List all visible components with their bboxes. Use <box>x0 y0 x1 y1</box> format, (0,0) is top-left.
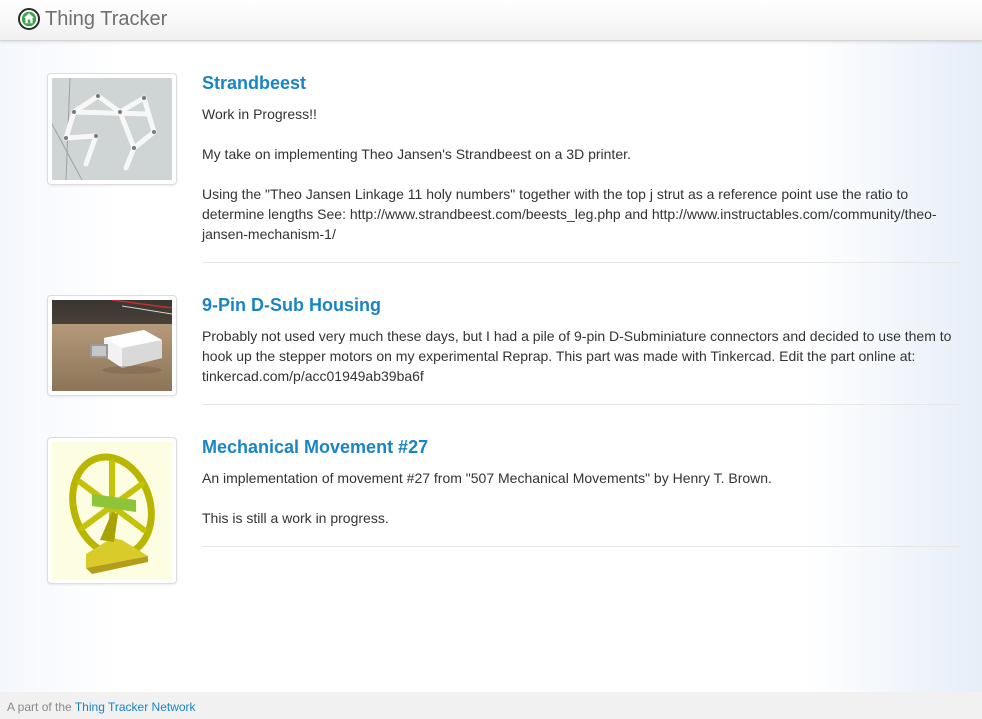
description-paragraph: Work in Progress!! <box>202 106 317 122</box>
thing-thumbnail[interactable] <box>47 73 177 185</box>
thing-info: Mechanical Movement #27 An implementatio… <box>202 437 961 547</box>
thing-title-link[interactable]: Mechanical Movement #27 <box>202 437 428 457</box>
strandbeest-linkage-render <box>52 78 172 180</box>
thing-item: Mechanical Movement #27 An implementatio… <box>47 437 961 587</box>
thing-item: 9-Pin D-Sub Housing Probably not used ve… <box>47 295 961 437</box>
description-paragraph: This is still a work in progress. <box>202 510 389 526</box>
thing-description: An implementation of movement #27 from "… <box>202 468 961 528</box>
thing-title-link[interactable]: Strandbeest <box>202 73 306 93</box>
thing-info: Strandbeest Work in Progress!! My take o… <box>202 73 961 263</box>
network-link[interactable]: Thing Tracker Network <box>75 700 196 714</box>
footer: A part of the Thing Tracker Network <box>0 692 982 719</box>
house-globe-icon <box>18 8 40 30</box>
description-paragraph: Probably not used very much these days, … <box>202 328 952 384</box>
top-navbar: Thing Tracker <box>0 0 982 41</box>
thing-thumbnail[interactable] <box>47 437 177 584</box>
thing-list: Strandbeest Work in Progress!! My take o… <box>47 73 961 587</box>
app-title: Thing Tracker <box>45 8 168 30</box>
description-paragraph: An implementation of movement #27 from "… <box>202 470 772 486</box>
thing-title-link[interactable]: 9-Pin D-Sub Housing <box>202 295 381 315</box>
description-paragraph: Using the "Theo Jansen Linkage 11 holy n… <box>202 186 937 242</box>
thing-item: Strandbeest Work in Progress!! My take o… <box>47 73 961 295</box>
thing-description: Probably not used very much these days, … <box>202 326 961 386</box>
description-paragraph: My take on implementing Theo Jansen's St… <box>202 146 631 162</box>
brand-link[interactable]: Thing Tracker <box>18 7 167 31</box>
thing-thumbnail[interactable] <box>47 295 177 396</box>
footer-text: A part of the <box>7 700 72 714</box>
dsub-housing-photo <box>52 300 172 391</box>
thing-info: 9-Pin D-Sub Housing Probably not used ve… <box>202 295 961 405</box>
mechanical-wheel-render <box>52 442 172 579</box>
thing-description: Work in Progress!! My take on implementi… <box>202 104 961 244</box>
